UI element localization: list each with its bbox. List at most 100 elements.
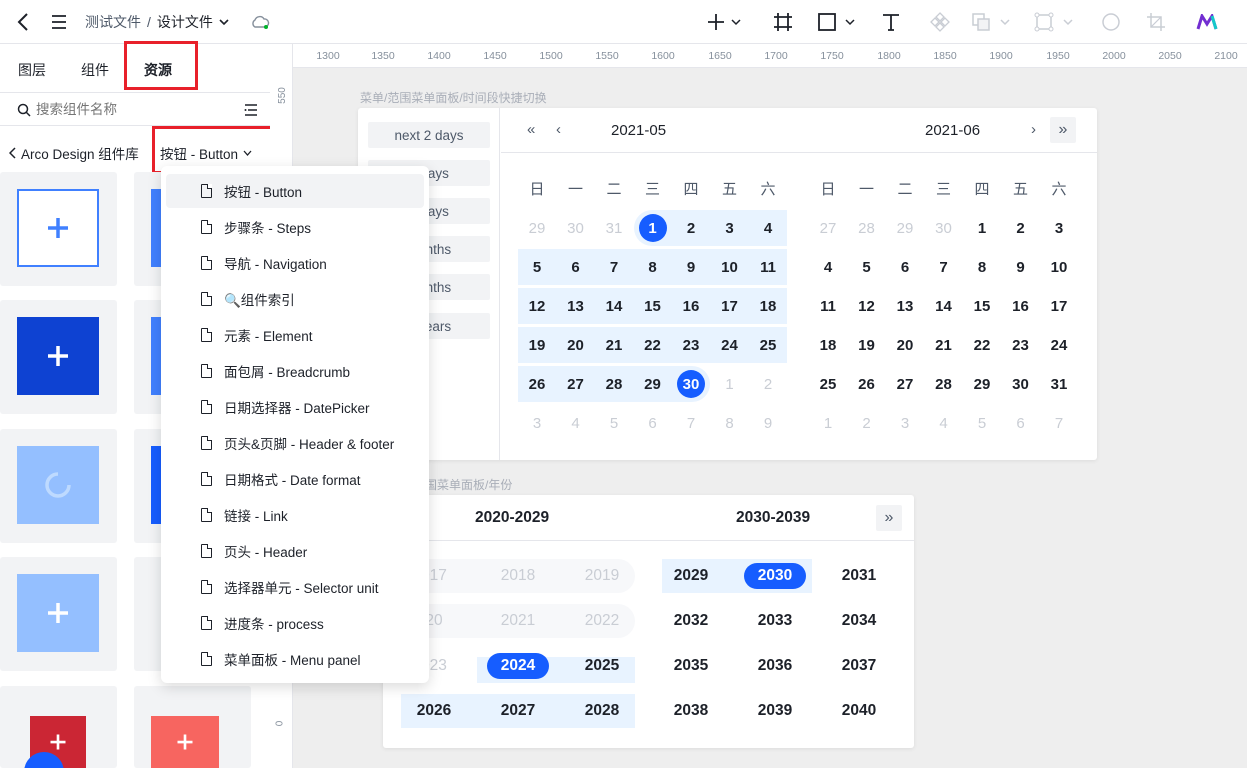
year-cell[interactable]: 2024 (475, 649, 561, 683)
asset-card[interactable] (0, 686, 117, 768)
calendar-day[interactable]: 25 (749, 326, 787, 364)
dropdown-item[interactable]: 按钮 - Button (166, 174, 424, 208)
calendar-day[interactable]: 15 (963, 287, 1001, 325)
frame-icon[interactable] (770, 0, 796, 44)
calendar-day[interactable]: 20 (557, 326, 595, 364)
calendar-day[interactable]: 17 (711, 287, 749, 325)
year-cell[interactable]: 2036 (732, 649, 818, 683)
tab-components[interactable]: 组件 (81, 60, 109, 80)
calendar-day[interactable]: 3 (518, 404, 556, 442)
dropdown-item[interactable]: 页头&页脚 - Header & footer (166, 426, 424, 460)
calendar-day[interactable]: 11 (749, 248, 787, 286)
left-decade-title[interactable]: 2020-2029 (475, 509, 549, 527)
hamburger-icon[interactable] (46, 0, 72, 44)
instance-icon[interactable] (1033, 0, 1079, 44)
year-cell[interactable]: 2040 (816, 694, 902, 728)
year-cell[interactable]: 2025 (559, 649, 645, 683)
calendar-day[interactable]: 21 (925, 326, 963, 364)
calendar-day[interactable]: 2 (848, 404, 886, 442)
frame-label[interactable]: 国菜单面板/年份 (425, 476, 512, 493)
chevron-down-icon[interactable] (219, 18, 229, 26)
calendar-day[interactable]: 29 (634, 365, 672, 403)
year-cell[interactable]: 2027 (475, 694, 561, 728)
calendar-day[interactable]: 1 (634, 209, 672, 247)
calendar-day[interactable]: 27 (809, 209, 847, 247)
asset-card[interactable] (0, 300, 117, 414)
calendar-day[interactable]: 2 (672, 209, 710, 247)
calendar-day[interactable]: 31 (1040, 365, 1078, 403)
calendar-day[interactable]: 30 (1002, 365, 1040, 403)
calendar-day[interactable]: 15 (634, 287, 672, 325)
dropdown-item[interactable]: 日期选择器 - DatePicker (166, 390, 424, 424)
tab-layers[interactable]: 图层 (18, 60, 46, 80)
calendar-day[interactable]: 31 (595, 209, 633, 247)
calendar-day[interactable]: 12 (848, 287, 886, 325)
calendar-day[interactable]: 24 (1040, 326, 1078, 364)
dropdown-item[interactable]: 面包屑 - Breadcrumb (166, 354, 424, 388)
calendar-day[interactable]: 19 (518, 326, 556, 364)
dropdown-item[interactable]: 导航 - Navigation (166, 246, 424, 280)
breadcrumb-parent[interactable]: 测试文件 (85, 12, 141, 32)
calendar-day[interactable]: 23 (1002, 326, 1040, 364)
chevron-left-icon[interactable] (10, 0, 36, 44)
calendar-day[interactable]: 2 (749, 365, 787, 403)
chevron-right-icon[interactable]: › (1031, 121, 1036, 138)
crop-icon[interactable] (1143, 0, 1169, 44)
double-chevron-right-icon[interactable]: » (876, 505, 902, 531)
calendar-day[interactable]: 8 (963, 248, 1001, 286)
dropdown-item[interactable]: 页头 - Header (166, 534, 424, 568)
year-cell[interactable]: 2030 (732, 559, 818, 593)
dropdown-item[interactable]: 进度条 - process (166, 606, 424, 640)
calendar-day[interactable]: 22 (634, 326, 672, 364)
calendar-day[interactable]: 9 (672, 248, 710, 286)
breadcrumb-current[interactable]: 设计文件 (157, 12, 213, 32)
double-chevron-right-icon[interactable]: » (1050, 117, 1076, 143)
calendar-day[interactable]: 23 (672, 326, 710, 364)
calendar-day[interactable]: 14 (595, 287, 633, 325)
chevron-left-icon[interactable]: ‹ (556, 121, 561, 138)
right-decade-title[interactable]: 2030-2039 (736, 509, 810, 527)
calendar-day[interactable]: 29 (963, 365, 1001, 403)
calendar-day[interactable]: 12 (518, 287, 556, 325)
calendar-day[interactable]: 11 (809, 287, 847, 325)
calendar-day[interactable]: 29 (518, 209, 556, 247)
dropdown-item[interactable]: 步骤条 - Steps (166, 210, 424, 244)
search-input[interactable] (36, 99, 226, 119)
calendar-day[interactable]: 5 (963, 404, 1001, 442)
year-cell[interactable]: 2038 (648, 694, 734, 728)
asset-card[interactable] (0, 557, 117, 671)
calendar-day[interactable]: 14 (925, 287, 963, 325)
left-month-title[interactable]: 2021-05 (611, 122, 666, 139)
component-icon[interactable] (926, 0, 954, 44)
asset-card[interactable] (0, 429, 117, 543)
calendar-day[interactable]: 25 (809, 365, 847, 403)
calendar-day[interactable]: 10 (1040, 248, 1078, 286)
calendar-day[interactable]: 6 (557, 248, 595, 286)
year-cell[interactable]: 2032 (648, 604, 734, 638)
year-cell[interactable]: 2028 (559, 694, 645, 728)
year-cell[interactable]: 2039 (732, 694, 818, 728)
right-month-title[interactable]: 2021-06 (925, 122, 980, 139)
calendar-day[interactable]: 1 (711, 365, 749, 403)
calendar-day[interactable]: 18 (749, 287, 787, 325)
calendar-day[interactable]: 17 (1040, 287, 1078, 325)
calendar-day[interactable]: 22 (963, 326, 1001, 364)
calendar-day[interactable]: 21 (595, 326, 633, 364)
calendar-day[interactable]: 18 (809, 326, 847, 364)
year-cell[interactable]: 2019 (559, 559, 645, 593)
list-view-icon[interactable] (244, 103, 258, 117)
calendar-day[interactable]: 7 (1040, 404, 1078, 442)
dropdown-item[interactable]: 🔍组件索引 (166, 282, 424, 316)
dropdown-item[interactable]: 菜单面板 - Menu panel (166, 642, 424, 676)
calendar-day[interactable]: 2 (1002, 209, 1040, 247)
dropdown-item[interactable]: 元素 - Element (166, 318, 424, 352)
calendar-day[interactable]: 5 (518, 248, 556, 286)
calendar-day[interactable]: 3 (711, 209, 749, 247)
calendar-day[interactable]: 29 (886, 209, 924, 247)
year-cell[interactable]: 2022 (559, 604, 645, 638)
asset-card[interactable] (0, 172, 117, 286)
calendar-day[interactable]: 5 (595, 404, 633, 442)
rectangle-icon[interactable] (815, 0, 859, 44)
calendar-day[interactable]: 4 (809, 248, 847, 286)
calendar-day[interactable]: 6 (886, 248, 924, 286)
